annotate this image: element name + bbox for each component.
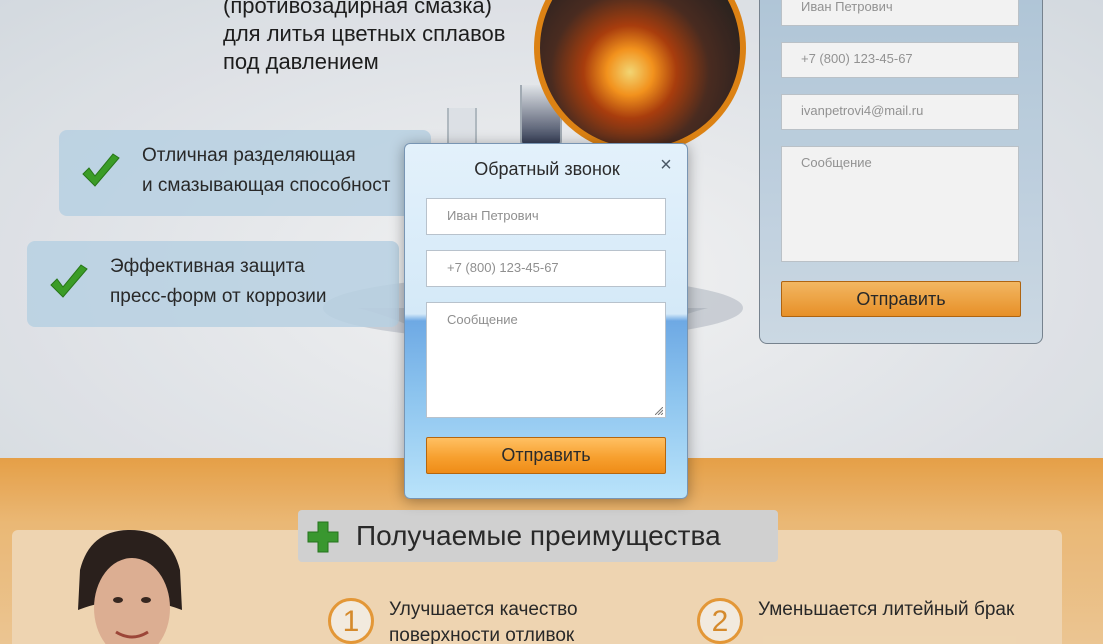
phone-input[interactable]: +7 (800) 123-45-67 — [426, 250, 666, 287]
callback-modal: Обратный звонок × Иван Петрович +7 (800)… — [404, 143, 688, 499]
message-textarea[interactable]: Сообщение — [426, 302, 666, 418]
resize-grip-icon[interactable] — [655, 407, 663, 415]
name-input[interactable]: Иван Петрович — [426, 198, 666, 235]
landing-page: (противозадирная смазка) для литья цветн… — [0, 0, 1103, 644]
submit-button[interactable]: Отправить — [426, 437, 666, 474]
close-icon[interactable]: × — [657, 155, 675, 175]
modal-title: Обратный звонок — [474, 159, 620, 179]
message-placeholder: Сообщение — [447, 312, 518, 327]
